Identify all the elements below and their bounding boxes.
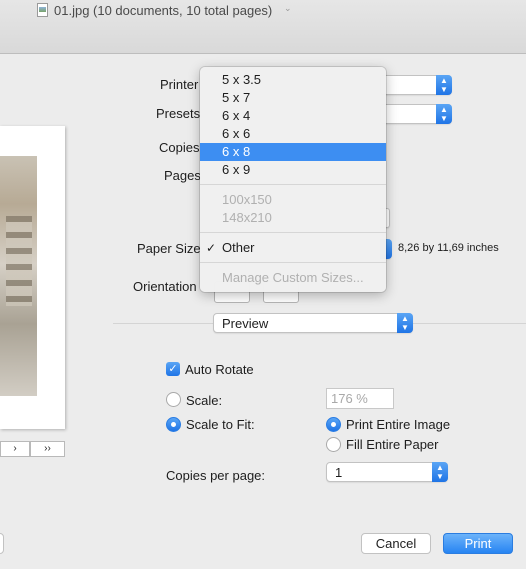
preview-next-button[interactable]: › [0,441,30,457]
menu-item-148x210: 148x210 [222,210,272,225]
menu-item-100x150: 100x150 [222,192,272,207]
menu-item-5x3-5[interactable]: 5 x 3.5 [200,71,386,89]
popup-stepper-icon: ▲ ▼ [432,462,448,482]
pages-label: Pages [164,168,201,183]
fill-entire-paper-label: Fill Entire Paper [346,437,439,452]
pdf-menu-button[interactable] [0,533,4,554]
scale-label: Scale: [186,393,223,408]
section-popup[interactable]: Preview ▲ ▼ [213,313,413,333]
paper-size-menu: 5 x 3.5 5 x 7 6 x 4 6 x 6 6 x 8 6 x 9 10… [200,67,386,292]
scale-to-fit-radio[interactable] [166,417,181,432]
menu-separator [200,232,386,233]
popup-stepper-icon: ▲ ▼ [397,313,413,333]
paper-size-info: 8,26 by 11,69 inches [398,242,499,254]
print-entire-image-radio[interactable] [326,417,341,432]
menu-item-other[interactable]: ✓ Other [200,239,386,257]
menu-item-other-label: Other [222,240,255,255]
menu-item-5x7[interactable]: 5 x 7 [200,89,386,107]
menu-item-6x8[interactable]: 6 x 8 [200,143,386,161]
menu-item-6x4[interactable]: 6 x 4 [200,107,386,125]
printer-popup[interactable]: ▲ ▼ [380,75,452,95]
print-preview-page [0,126,65,429]
chevron-down-icon[interactable]: ⌄ [284,3,292,14]
fill-entire-paper-radio[interactable] [326,437,341,452]
print-button[interactable]: Print [443,533,513,554]
paper-size-label: Paper Size [137,241,201,256]
scale-radio[interactable] [166,392,181,407]
checkmark-icon: ✓ [206,241,217,255]
menu-separator [200,184,386,185]
menu-item-6x9[interactable]: 6 x 9 [200,161,386,179]
title-bar: 01.jpg (10 documents, 10 total pages) ⌄ [0,0,526,54]
copies-label: Copies [159,140,200,155]
menu-separator [200,262,386,263]
orientation-label: Orientation [133,279,197,294]
print-entire-image-label: Print Entire Image [346,417,451,432]
print-dialog: › ›› Printer Presets Copies Pages Paper … [0,55,526,569]
popup-stepper-icon: ▲ ▼ [436,104,452,124]
printer-label: Printer [160,77,199,92]
window-title: 01.jpg (10 documents, 10 total pages) [54,3,273,18]
preview-last-button[interactable]: ›› [30,441,65,457]
menu-item-6x6[interactable]: 6 x 6 [200,125,386,143]
copies-per-page-label: Copies per page: [166,468,266,483]
document-icon [37,3,48,17]
preview-image [0,156,37,396]
presets-popup[interactable]: ▲ ▼ [380,104,452,124]
copies-per-page-popup[interactable]: 1 ▲ ▼ [326,462,448,482]
auto-rotate-label: Auto Rotate [185,362,254,377]
presets-label: Presets [156,106,201,121]
popup-stepper-icon: ▲ ▼ [436,75,452,95]
menu-item-manage-custom-sizes: Manage Custom Sizes... [222,270,364,285]
cancel-button[interactable]: Cancel [361,533,431,554]
scale-to-fit-label: Scale to Fit: [186,417,255,432]
auto-rotate-checkbox[interactable]: ✓ [166,362,180,376]
scale-field[interactable]: 176 % [326,388,394,409]
